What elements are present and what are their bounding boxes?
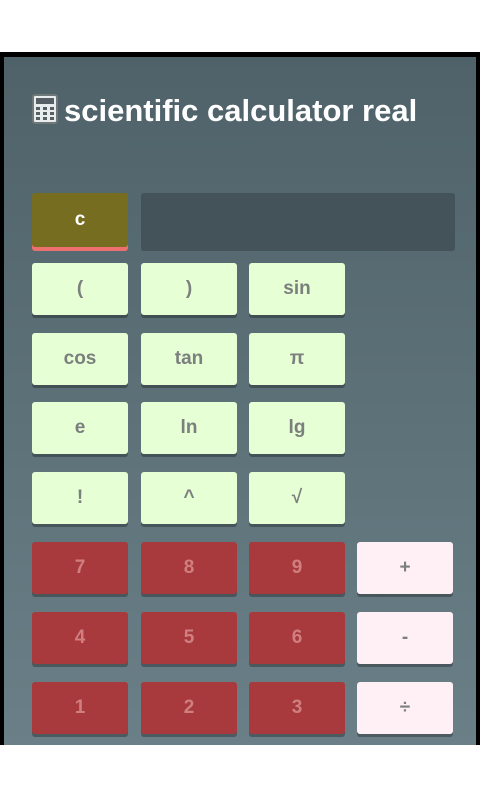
calculator-app: scientific calculator real c ( ) sin cos… [0, 52, 480, 745]
pi-button[interactable]: π [249, 333, 345, 385]
sin-button[interactable]: sin [249, 263, 345, 315]
digit-1-button[interactable]: 1 [32, 682, 128, 734]
factorial-button[interactable]: ! [32, 472, 128, 524]
calculator-display [141, 193, 455, 251]
digit-8-button[interactable]: 8 [141, 542, 237, 594]
e-button[interactable]: e [32, 402, 128, 454]
square-root-button[interactable]: √ [249, 472, 345, 524]
clear-button[interactable]: c [32, 193, 128, 247]
digit-9-button[interactable]: 9 [249, 542, 345, 594]
app-title: scientific calculator real [32, 89, 452, 136]
close-paren-button[interactable]: ) [141, 263, 237, 315]
plus-button[interactable]: + [357, 542, 453, 594]
digit-6-button[interactable]: 6 [249, 612, 345, 664]
power-button[interactable]: ^ [141, 472, 237, 524]
digit-7-button[interactable]: 7 [32, 542, 128, 594]
divide-button[interactable]: ÷ [357, 682, 453, 734]
app-title-text: scientific calculator real [64, 93, 418, 128]
minus-button[interactable]: - [357, 612, 453, 664]
page-background [0, 745, 480, 800]
digit-3-button[interactable]: 3 [249, 682, 345, 734]
digit-4-button[interactable]: 4 [32, 612, 128, 664]
digit-2-button[interactable]: 2 [141, 682, 237, 734]
cos-button[interactable]: cos [32, 333, 128, 385]
digit-5-button[interactable]: 5 [141, 612, 237, 664]
lg-button[interactable]: lg [249, 402, 345, 454]
open-paren-button[interactable]: ( [32, 263, 128, 315]
tan-button[interactable]: tan [141, 333, 237, 385]
calculator-icon [32, 92, 58, 136]
ln-button[interactable]: ln [141, 402, 237, 454]
calculator-panel: scientific calculator real c ( ) sin cos… [4, 57, 476, 745]
